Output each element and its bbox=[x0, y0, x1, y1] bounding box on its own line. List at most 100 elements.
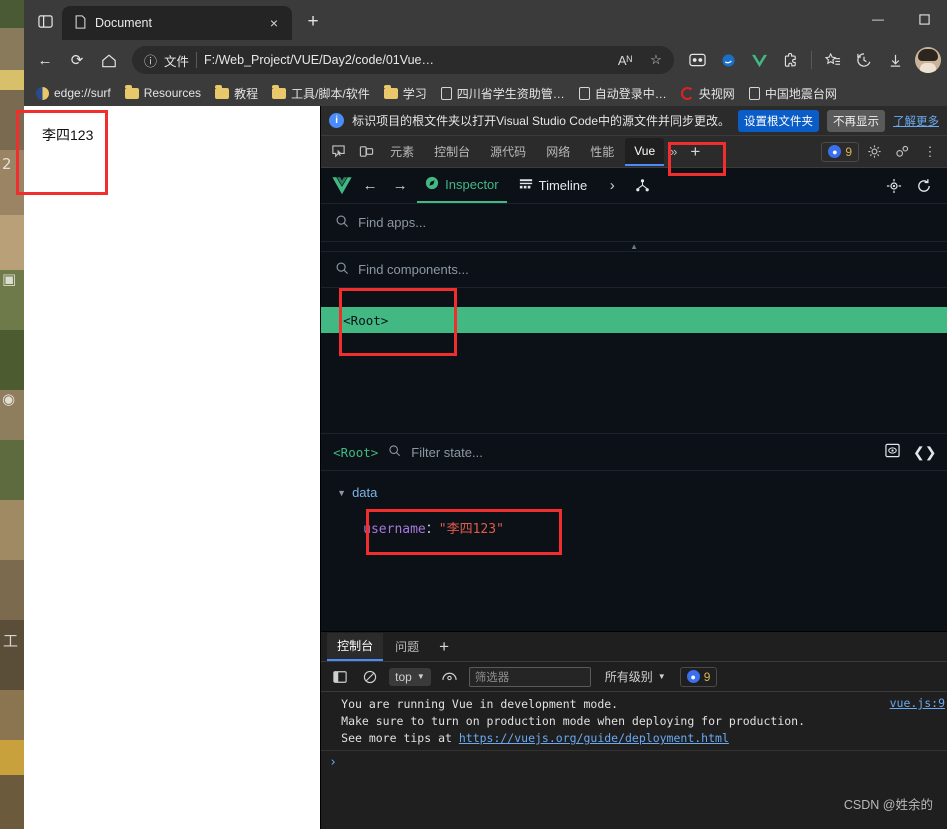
more-tabs-icon[interactable]: » bbox=[666, 144, 681, 159]
bookmarks-bar: edge://surf Resources 教程 工具/脚本/软件 学习 四川省… bbox=[24, 80, 947, 106]
dont-show-again-button[interactable]: 不再显示 bbox=[827, 109, 885, 132]
tab-elements[interactable]: 元素 bbox=[381, 138, 423, 166]
panel-splitter[interactable]: ▲ bbox=[321, 242, 947, 252]
state-prop-username[interactable]: username："李四123" bbox=[363, 522, 504, 537]
more-icon[interactable]: ⋮ bbox=[917, 140, 943, 164]
message-badge[interactable]: ● 9 bbox=[821, 141, 859, 162]
console-add-tab-button[interactable]: + bbox=[431, 637, 457, 657]
vue-more-tabs-icon[interactable]: › bbox=[599, 174, 625, 198]
console-level-select[interactable]: 所有级别 ▼ bbox=[599, 666, 672, 687]
clear-console-icon[interactable] bbox=[359, 666, 381, 688]
console-source-link[interactable]: vue.js:9 bbox=[890, 696, 945, 710]
minimize-button[interactable]: — bbox=[855, 0, 901, 38]
edge-copilot-icon[interactable] bbox=[713, 45, 743, 75]
tab-vue[interactable]: Vue bbox=[625, 137, 665, 166]
timeline-icon bbox=[519, 178, 533, 194]
inspect-dom-icon[interactable] bbox=[881, 443, 903, 461]
bookmark-item[interactable]: 中国地震台网 bbox=[743, 83, 843, 104]
hierarchy-icon[interactable] bbox=[629, 174, 655, 198]
page-icon bbox=[748, 86, 760, 100]
maximize-button[interactable] bbox=[901, 0, 947, 38]
vue-devtools-panel: ← → Inspector Timeline › Find apps... ▲ … bbox=[321, 168, 947, 631]
window-controls: — bbox=[855, 0, 947, 38]
history-icon[interactable] bbox=[849, 45, 879, 75]
state-group-label: data bbox=[352, 485, 378, 500]
site-info-icon[interactable]: ⓘ bbox=[144, 51, 157, 70]
collections-icon[interactable] bbox=[682, 45, 712, 75]
bookmark-label: 工具/脚本/软件 bbox=[291, 86, 370, 101]
console-context-select[interactable]: top ▼ bbox=[389, 667, 431, 686]
state-group-data[interactable]: ▼ data bbox=[337, 485, 947, 500]
chevron-down-icon[interactable]: ▼ bbox=[337, 488, 346, 498]
avatar[interactable] bbox=[915, 47, 941, 73]
cctv-icon bbox=[680, 86, 694, 100]
browser-tab[interactable]: Document × bbox=[62, 6, 292, 40]
console-filter-input[interactable]: 筛选器 bbox=[468, 666, 591, 687]
add-tab-button[interactable]: + bbox=[683, 142, 707, 162]
bookmark-item[interactable]: edge://surf bbox=[30, 84, 117, 102]
tree-item-root[interactable]: <Root> bbox=[321, 307, 947, 333]
app-search-row[interactable]: Find apps... bbox=[321, 204, 947, 242]
vue-tab-timeline[interactable]: Timeline bbox=[511, 169, 596, 203]
vue-devtools-icon[interactable] bbox=[744, 45, 774, 75]
live-expression-icon[interactable] bbox=[439, 666, 461, 688]
app-search-input[interactable]: Find apps... bbox=[358, 215, 426, 230]
home-icon[interactable] bbox=[94, 45, 124, 75]
console-tab-console[interactable]: 控制台 bbox=[327, 632, 384, 661]
page-icon bbox=[440, 86, 452, 100]
customize-icon[interactable] bbox=[889, 140, 915, 164]
tab-console[interactable]: 控制台 bbox=[425, 138, 479, 166]
learn-more-link[interactable]: 了解更多 bbox=[893, 113, 939, 129]
tab-performance[interactable]: 性能 bbox=[581, 138, 623, 166]
vue-back-icon[interactable]: ← bbox=[357, 174, 383, 198]
address-bar[interactable]: ⓘ 文件 F:/Web_Project/VUE/Day2/code/01Vue…… bbox=[132, 46, 674, 74]
component-search-row[interactable]: Find components... bbox=[321, 252, 947, 288]
downloads-icon[interactable] bbox=[880, 45, 910, 75]
show-sidebar-icon[interactable] bbox=[329, 666, 351, 688]
bookmark-item[interactable]: 学习 bbox=[378, 83, 433, 104]
favorites-icon[interactable] bbox=[818, 45, 848, 75]
devtools-tab-bar: 元素 控制台 源代码 网络 性能 Vue » + ● 9 ⋮ bbox=[321, 136, 947, 168]
vue-logo-icon bbox=[331, 176, 353, 196]
vue-forward-icon[interactable]: → bbox=[387, 174, 413, 198]
address-input[interactable]: F:/Web_Project/VUE/Day2/code/01Vue… bbox=[204, 53, 606, 67]
bookmark-item[interactable]: 工具/脚本/软件 bbox=[266, 83, 376, 104]
back-icon[interactable]: ← bbox=[30, 45, 60, 75]
console-tab-issues[interactable]: 问题 bbox=[385, 633, 429, 661]
refresh-icon[interactable] bbox=[911, 174, 937, 198]
compass-icon bbox=[425, 176, 439, 193]
add-favorite-icon[interactable]: ☆ bbox=[644, 48, 668, 72]
set-root-folder-button[interactable]: 设置根文件夹 bbox=[738, 109, 819, 132]
read-aloud-icon[interactable]: Aᴺ bbox=[613, 48, 637, 72]
tab-sources[interactable]: 源代码 bbox=[481, 138, 535, 166]
message-icon: ● bbox=[828, 145, 842, 158]
tab-network[interactable]: 网络 bbox=[537, 138, 579, 166]
tab-actions-icon[interactable] bbox=[28, 6, 62, 36]
vue-tab-label: Timeline bbox=[538, 178, 588, 193]
vue-tab-inspector[interactable]: Inspector bbox=[417, 169, 507, 203]
inspect-element-icon[interactable] bbox=[325, 140, 351, 164]
new-tab-button[interactable]: + bbox=[298, 7, 328, 37]
state-filter-input[interactable]: Filter state... bbox=[411, 445, 483, 460]
desktop-wallpaper: 2 ▣ ◉ 工 bbox=[0, 0, 24, 829]
console-prompt[interactable]: › bbox=[321, 750, 947, 770]
bookmark-item[interactable]: 自动登录中… bbox=[573, 83, 673, 104]
level-label: 所有级别 bbox=[604, 670, 653, 684]
bookmark-item[interactable]: 四川省学生资助管… bbox=[435, 83, 571, 104]
device-toolbar-icon[interactable] bbox=[353, 140, 379, 164]
message-count: 9 bbox=[845, 144, 852, 159]
open-in-editor-icon[interactable]: ❮❯ bbox=[913, 444, 936, 461]
bookmark-item[interactable]: 教程 bbox=[209, 83, 264, 104]
deployment-guide-link[interactable]: https://vuejs.org/guide/deployment.html bbox=[459, 731, 729, 745]
reload-icon[interactable]: ⟳ bbox=[62, 45, 92, 75]
close-icon[interactable]: × bbox=[264, 13, 284, 33]
extensions-icon[interactable] bbox=[775, 45, 805, 75]
settings-gear-icon[interactable] bbox=[861, 140, 887, 164]
console-message-tip: See more tips at https://vuejs.org/guide… bbox=[321, 730, 947, 747]
select-component-icon[interactable] bbox=[881, 174, 907, 198]
console-message: You are running Vue in development mode. bbox=[341, 697, 619, 711]
component-search-input[interactable]: Find components... bbox=[358, 262, 469, 277]
console-message-badge[interactable]: ● 9 bbox=[679, 666, 718, 687]
bookmark-item[interactable]: Resources bbox=[119, 84, 207, 102]
bookmark-item[interactable]: 央视网 bbox=[675, 83, 741, 104]
